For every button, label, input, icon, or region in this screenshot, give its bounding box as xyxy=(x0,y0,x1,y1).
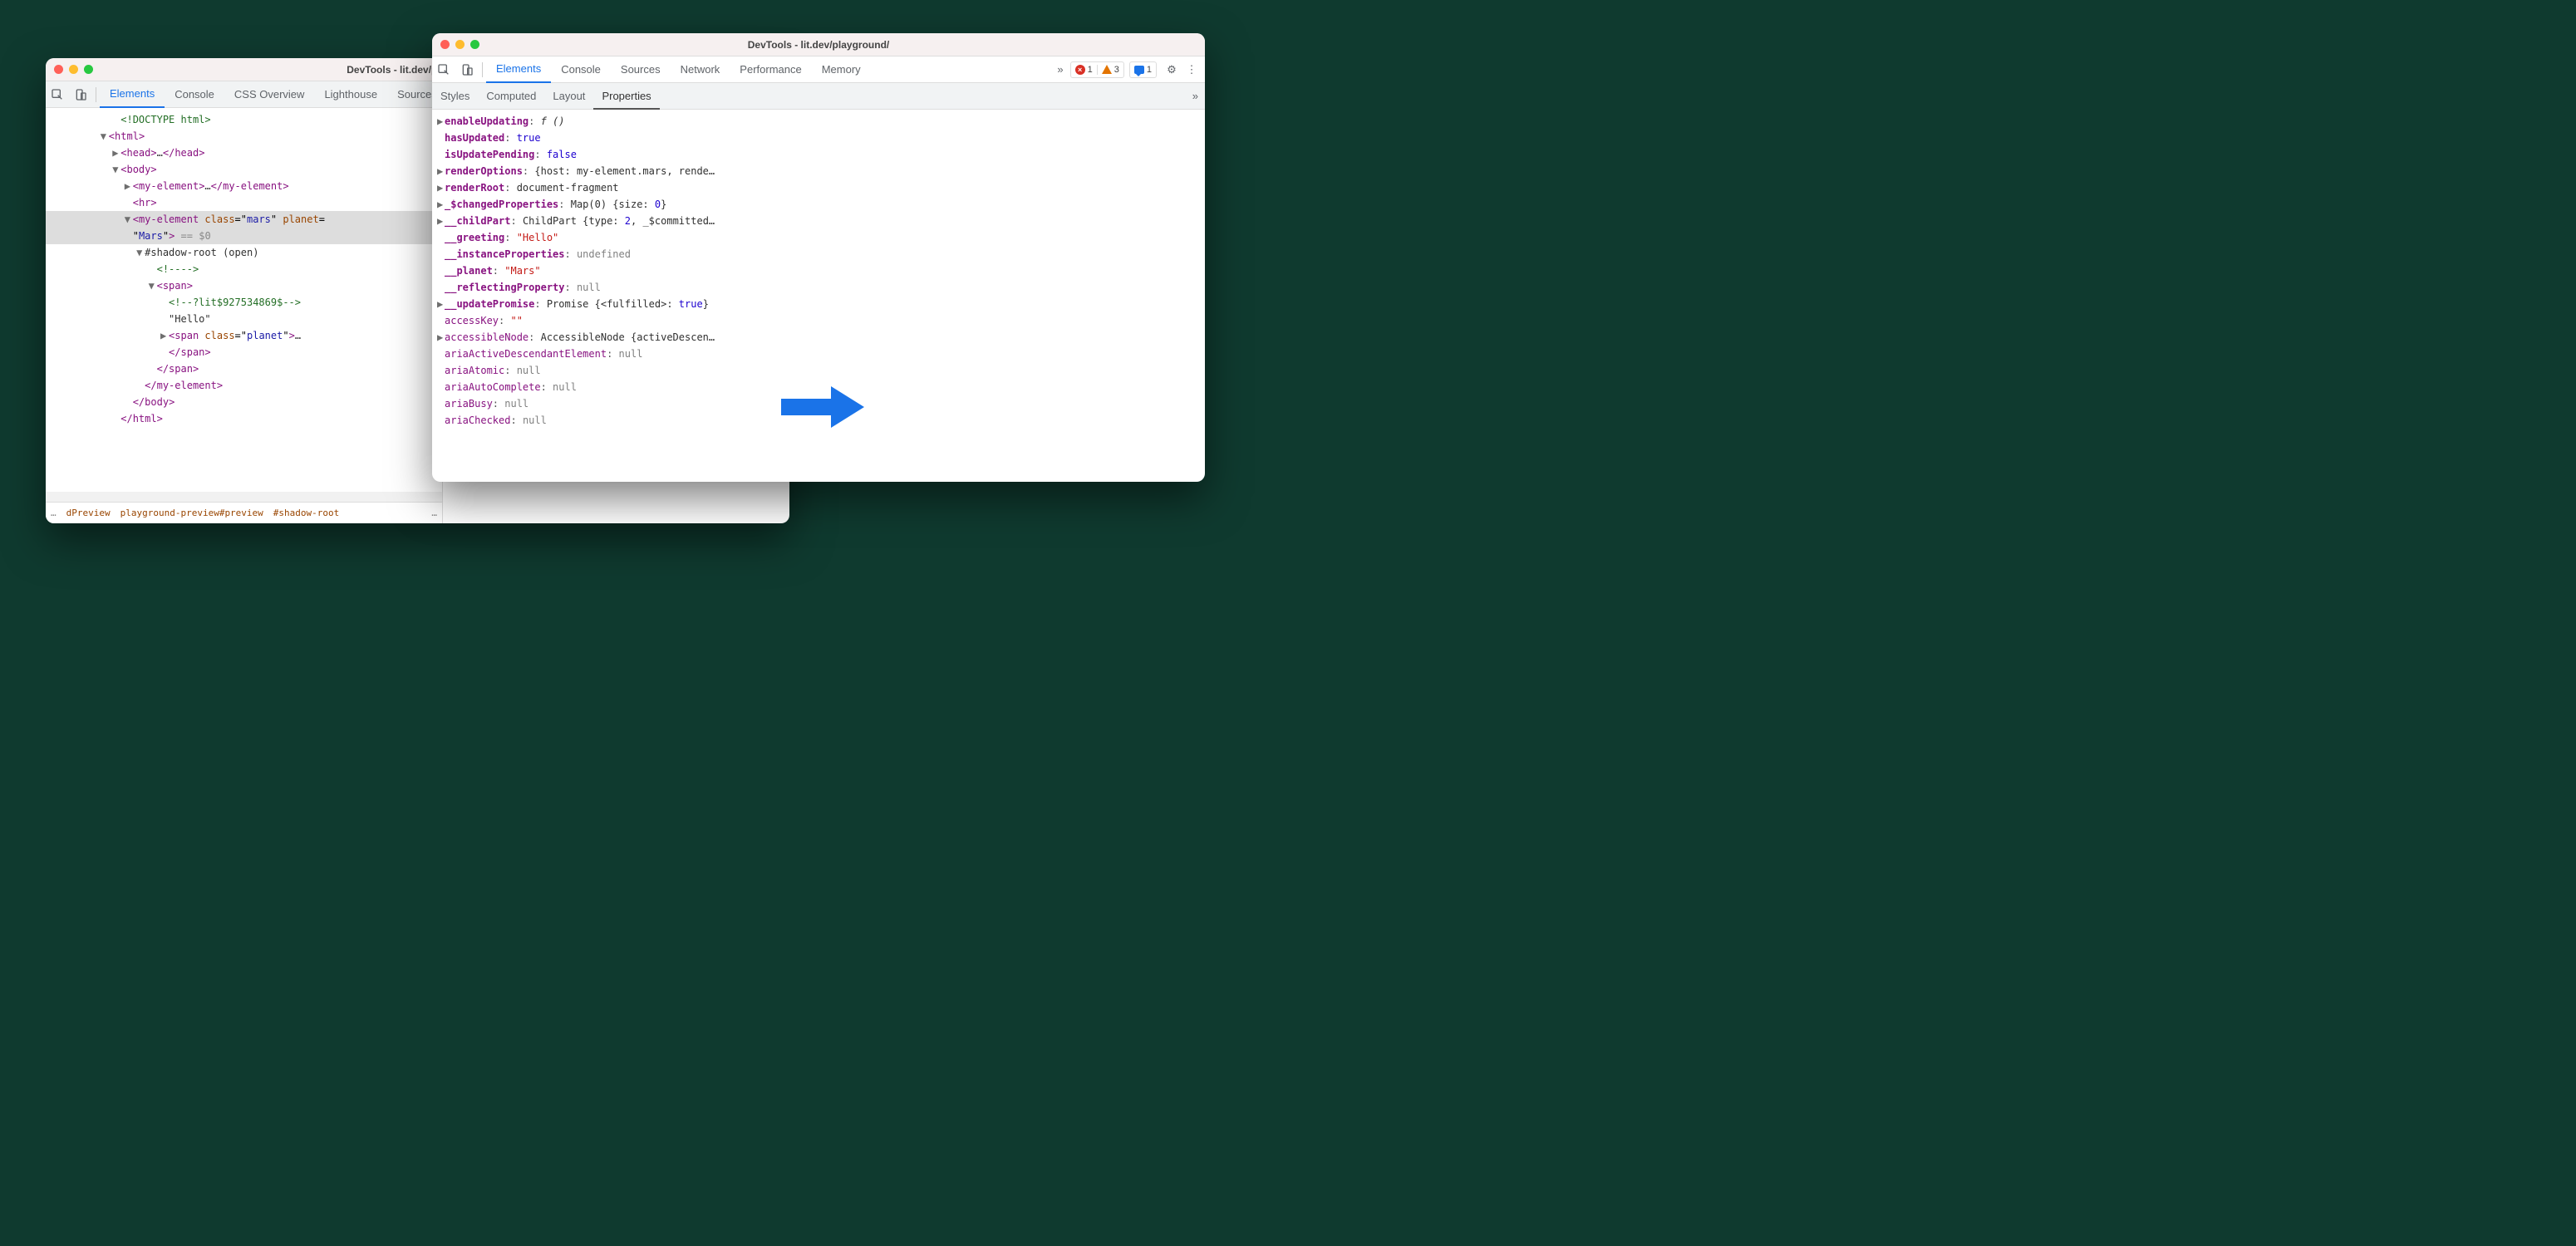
property-row[interactable]: ariaActiveDescendantElement: null xyxy=(437,346,1200,362)
dom-line[interactable]: ▼<my-element class="mars" planet= xyxy=(46,211,442,228)
more-tabs-icon[interactable]: » xyxy=(1050,63,1069,76)
property-row[interactable]: ▶accessibleNode: AccessibleNode {activeD… xyxy=(437,329,1200,346)
scrollbar-horizontal[interactable] xyxy=(46,492,442,502)
breadcrumb-overflow-icon[interactable]: … xyxy=(51,508,57,518)
tab-css-overview[interactable]: CSS Overview xyxy=(224,81,315,108)
settings-icon[interactable]: ⚙ xyxy=(1162,63,1182,76)
zoom-icon[interactable] xyxy=(84,65,93,74)
elements-tree-pane: <!DOCTYPE html> ▼<html> ▶<head>…</head> … xyxy=(46,108,443,523)
inspect-icon[interactable] xyxy=(432,58,455,81)
window-title: DevTools - lit.dev/playground/ xyxy=(432,39,1205,51)
zoom-icon[interactable] xyxy=(470,40,479,49)
property-row[interactable]: __greeting: "Hello" xyxy=(437,229,1200,246)
property-row[interactable]: ▶enableUpdating: f () xyxy=(437,113,1200,130)
property-row[interactable]: ▶__childPart: ChildPart {type: 2, _$comm… xyxy=(437,213,1200,229)
tab-elements[interactable]: Elements xyxy=(486,56,551,83)
tab-sources[interactable]: Sources xyxy=(611,56,671,83)
property-row[interactable]: __planet: "Mars" xyxy=(437,262,1200,279)
breadcrumb-overflow-icon[interactable]: … xyxy=(431,508,437,518)
dom-line[interactable]: ▼<span> xyxy=(46,277,442,294)
tab-console[interactable]: Console xyxy=(165,81,224,108)
dom-line[interactable]: </html> xyxy=(46,410,442,427)
tab-network[interactable]: Network xyxy=(671,56,730,83)
breadcrumb-item[interactable]: playground-preview#preview xyxy=(120,508,263,518)
panel-tabs: ElementsConsoleSourcesNetworkPerformance… xyxy=(486,56,1050,83)
property-row[interactable]: __reflectingProperty: null xyxy=(437,279,1200,296)
minimize-icon[interactable] xyxy=(69,65,78,74)
kebab-menu-icon[interactable]: ⋮ xyxy=(1182,63,1202,76)
more-sidetabs-icon[interactable]: » xyxy=(1186,90,1205,102)
titlebar: DevTools - lit.dev/playground/ xyxy=(432,33,1205,56)
dom-line[interactable]: "Hello" xyxy=(46,311,442,327)
breadcrumb-item[interactable]: #shadow-root xyxy=(273,508,339,518)
sidetab-properties[interactable]: Properties xyxy=(593,83,659,110)
property-row[interactable]: ▶renderRoot: document-fragment xyxy=(437,179,1200,196)
dom-line[interactable]: <!--?lit$927534869$--> xyxy=(46,294,442,311)
breadcrumb: … dPreview playground-preview#preview #sha… xyxy=(46,502,442,523)
issues-badge[interactable]: ×1 3 xyxy=(1070,61,1124,78)
device-toggle-icon[interactable] xyxy=(69,83,92,106)
dom-line[interactable]: </span> xyxy=(46,344,442,361)
dom-line[interactable]: ▶<span class="planet">… xyxy=(46,327,442,344)
traffic-lights xyxy=(54,65,93,74)
property-row[interactable]: accessKey: "" xyxy=(437,312,1200,329)
dom-line[interactable]: <!DOCTYPE html> xyxy=(46,111,442,128)
dom-line[interactable]: <!----> xyxy=(46,261,442,277)
property-row[interactable]: ▶renderOptions: {host: my-element.mars, … xyxy=(437,163,1200,179)
tab-elements[interactable]: Elements xyxy=(100,81,165,108)
sidetab-computed[interactable]: Computed xyxy=(478,83,544,110)
property-row[interactable]: ▶__updatePromise: Promise {<fulfilled>: … xyxy=(437,296,1200,312)
property-row[interactable]: isUpdatePending: false xyxy=(437,146,1200,163)
dom-tree[interactable]: <!DOCTYPE html> ▼<html> ▶<head>…</head> … xyxy=(46,108,442,492)
tab-lighthouse[interactable]: Lighthouse xyxy=(314,81,387,108)
breadcrumb-item[interactable]: dPreview xyxy=(66,508,111,518)
main-toolbar: ElementsConsoleSourcesNetworkPerformance… xyxy=(432,56,1205,83)
dom-line[interactable]: </my-element> xyxy=(46,377,442,394)
dom-line[interactable]: ▼<html> xyxy=(46,128,442,145)
traffic-lights xyxy=(440,40,479,49)
tab-console[interactable]: Console xyxy=(551,56,611,83)
dom-line[interactable]: </span> xyxy=(46,361,442,377)
sidetab-layout[interactable]: Layout xyxy=(544,83,593,110)
minimize-icon[interactable] xyxy=(455,40,465,49)
inspect-icon[interactable] xyxy=(46,83,69,106)
dom-line[interactable]: </body> xyxy=(46,394,442,410)
dom-line[interactable]: ▶<head>…</head> xyxy=(46,145,442,161)
arrow-icon xyxy=(781,382,864,434)
dom-line[interactable]: "Mars"> == $0 xyxy=(46,228,442,244)
dom-line[interactable]: <hr> xyxy=(46,194,442,211)
property-row[interactable]: hasUpdated: true xyxy=(437,130,1200,146)
dom-line[interactable]: ▼<body> xyxy=(46,161,442,178)
property-row[interactable]: ariaAtomic: null xyxy=(437,362,1200,379)
messages-badge[interactable]: 1 xyxy=(1129,61,1157,78)
tab-performance[interactable]: Performance xyxy=(730,56,811,83)
property-row[interactable]: ▶_$changedProperties: Map(0) {size: 0} xyxy=(437,196,1200,213)
property-row[interactable]: __instanceProperties: undefined xyxy=(437,246,1200,262)
tab-memory[interactable]: Memory xyxy=(812,56,871,83)
sidebar-tabs: StylesComputedLayoutProperties » xyxy=(432,83,1205,110)
close-icon[interactable] xyxy=(54,65,63,74)
device-toggle-icon[interactable] xyxy=(455,58,479,81)
dom-line[interactable]: ▼#shadow-root (open) xyxy=(46,244,442,261)
close-icon[interactable] xyxy=(440,40,450,49)
toolbar-badges: ×1 3 1 ⚙ ⋮ xyxy=(1070,61,1205,78)
sidetab-styles[interactable]: Styles xyxy=(432,83,478,110)
dom-line[interactable]: ▶<my-element>…</my-element> xyxy=(46,178,442,194)
